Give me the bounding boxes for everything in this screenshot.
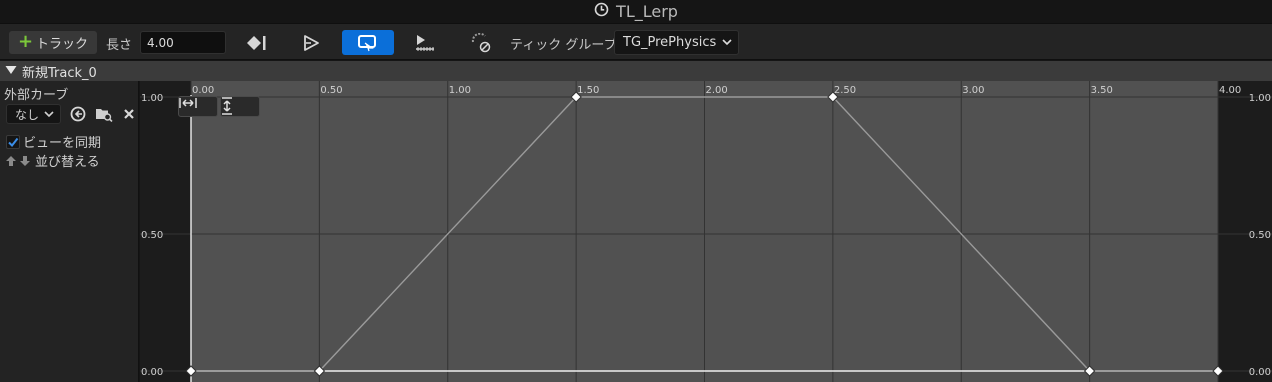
replicated-icon [416, 34, 434, 51]
y-tick-label: 0.50 [141, 230, 163, 241]
x-tick-label: 1.00 [449, 85, 471, 96]
fit-vertical-button[interactable] [220, 96, 260, 117]
close-icon [124, 109, 134, 119]
x-tick-label: 2.00 [706, 85, 728, 96]
curve-graph[interactable]: 0.00 0.50 1.00 1.50 2.00 2.50 3.00 3.50 4.00 1.00… [140, 81, 1272, 382]
y-tick-label-right: 0.00 [1249, 367, 1271, 378]
window-title: TL_Lerp [616, 2, 678, 21]
add-track-label: トラック [36, 37, 89, 52]
track-options-panel: 外部カーブ なし ビューを同期 並び替える [0, 81, 139, 382]
time-dilation-icon [471, 32, 491, 52]
clear-curve-button[interactable] [120, 105, 138, 123]
x-tick-label: 1.50 [577, 85, 599, 96]
checkmark-icon [8, 137, 19, 147]
chevron-down-icon [44, 107, 54, 121]
x-tick-label: 0.50 [320, 85, 342, 96]
use-selected-curve-button[interactable] [69, 105, 87, 123]
tick-group-label: ティック グループ [510, 38, 617, 53]
use-last-keyframe-button[interactable] [242, 30, 272, 55]
replicated-button[interactable] [410, 30, 440, 55]
x-tick-label: 3.00 [962, 85, 984, 96]
toolbar: + トラック 長さ ティック グループ TG_PrePhysics [0, 23, 1272, 60]
track-header[interactable]: 新規Track_0 [0, 61, 1272, 81]
folder-search-icon [96, 109, 113, 122]
loop-button[interactable] [342, 30, 394, 55]
x-tick-label: 4.00 [1219, 85, 1241, 96]
autoplay-icon [304, 34, 319, 51]
fit-vertical-icon [222, 97, 232, 115]
autoplay-button[interactable] [296, 30, 326, 55]
browse-curve-button[interactable] [95, 105, 113, 123]
sync-view-label: ビューを同期 [23, 136, 102, 151]
title-bar: TL_Lerp [0, 0, 1272, 23]
curve-graph-canvas[interactable]: 0.00 0.50 1.00 1.50 2.00 2.50 3.00 3.50 4.00 1.00… [140, 81, 1272, 382]
tick-group-value: TG_PrePhysics [623, 35, 717, 50]
x-tick-label: 0.00 [192, 85, 214, 96]
external-curve-label: 外部カーブ [4, 88, 69, 103]
plus-icon: + [17, 31, 34, 52]
sort-arrows-icon [6, 155, 30, 166]
y-tick-label: 1.00 [141, 93, 163, 104]
external-curve-dropdown[interactable]: なし [6, 104, 61, 124]
y-tick-label-right: 1.00 [1249, 93, 1271, 104]
collapse-triangle-icon[interactable] [5, 64, 17, 79]
sync-view-checkbox[interactable] [6, 134, 20, 149]
tick-group-dropdown[interactable]: TG_PrePhysics [614, 30, 739, 55]
last-keyframe-icon [247, 35, 266, 50]
arrow-left-circle-icon [70, 106, 86, 122]
sync-view-row[interactable]: ビューを同期 [6, 132, 101, 151]
external-curve-value: なし [15, 107, 40, 122]
fit-horizontal-icon [179, 98, 197, 108]
y-tick-label-right: 0.50 [1249, 230, 1271, 241]
x-tick-label: 3.50 [1091, 85, 1113, 96]
track-name: 新規Track_0 [22, 65, 97, 81]
chevron-down-icon [722, 35, 732, 50]
length-input[interactable] [140, 31, 226, 54]
clock-icon [594, 2, 609, 21]
ignore-time-dilation-button[interactable] [466, 30, 496, 55]
length-label: 長さ [106, 38, 133, 53]
add-track-button[interactable]: + トラック [9, 31, 97, 54]
fit-horizontal-button[interactable] [178, 96, 218, 117]
y-tick-label: 0.00 [141, 367, 163, 378]
loop-icon [358, 34, 376, 51]
sort-label: 並び替える [35, 155, 100, 170]
sort-button[interactable]: 並び替える [5, 151, 100, 170]
x-tick-label: 2.50 [834, 85, 856, 96]
